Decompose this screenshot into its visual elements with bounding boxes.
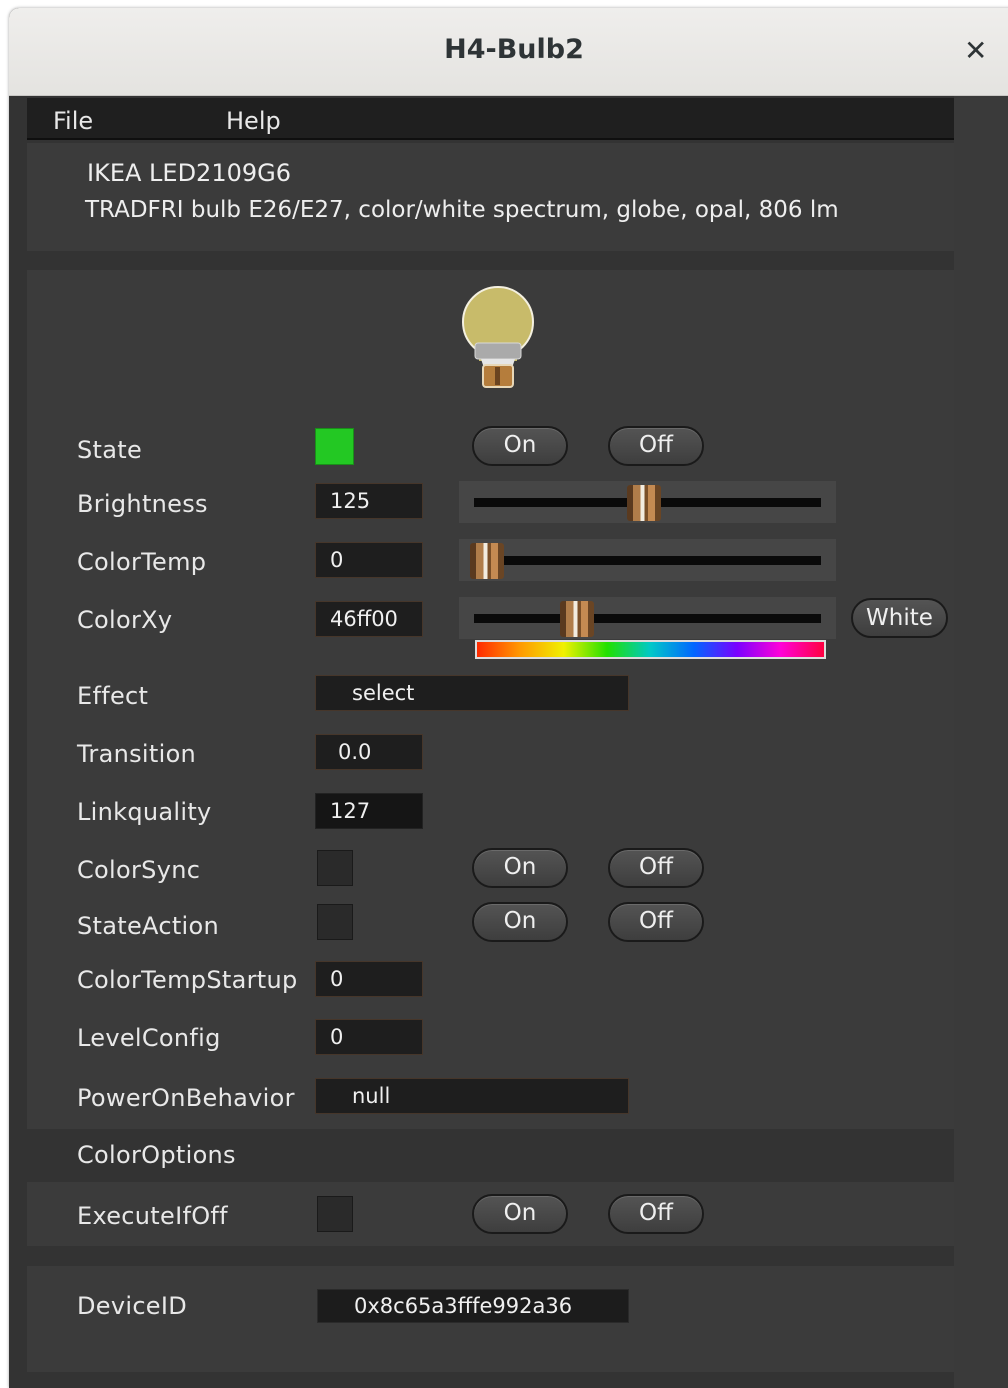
colortemp-slider-thumb[interactable] (470, 543, 504, 579)
colortempstartup-label: ColorTempStartup (77, 966, 298, 994)
colorxy-slider[interactable] (459, 597, 836, 639)
brightness-field[interactable]: 125 (315, 483, 423, 519)
colorsync-label: ColorSync (77, 856, 201, 884)
deviceid-panel: DeviceID 0x8c65a3fffe992a36 (27, 1266, 954, 1372)
device-model: IKEA LED2109G6 (87, 159, 291, 187)
poweronbehavior-select[interactable]: null (315, 1078, 629, 1114)
color-spectrum-bar[interactable] (475, 640, 826, 659)
stateaction-checkbox[interactable] (317, 904, 353, 940)
window-title: H4-Bulb2 (444, 34, 584, 65)
executeifoff-checkbox[interactable] (317, 1196, 353, 1232)
colorxy-label: ColorXy (77, 606, 173, 634)
state-label: State (77, 436, 143, 464)
transition-field[interactable]: 0.0 (315, 734, 423, 770)
executeifoff-label: ExecuteIfOff (77, 1202, 228, 1230)
white-button[interactable]: White (851, 598, 948, 638)
brightness-slider-thumb[interactable] (627, 485, 662, 521)
brightness-slider[interactable] (459, 481, 836, 523)
colorsync-on-button[interactable]: On (472, 848, 568, 888)
app-window: H4-Bulb2 ✕ File Help IKEA LED2109G6 TRAD… (9, 8, 1008, 1388)
colortemp-label: ColorTemp (77, 548, 207, 576)
close-icon[interactable]: ✕ (964, 34, 987, 67)
title-bar: H4-Bulb2 ✕ (9, 8, 1008, 96)
coloroptions-label: ColorOptions (77, 1141, 236, 1169)
linkquality-label: Linkquality (77, 798, 212, 826)
deviceid-label: DeviceID (77, 1292, 188, 1320)
levelconfig-field[interactable]: 0 (315, 1019, 423, 1055)
linkquality-value: 127 (315, 793, 423, 829)
menu-bar: File Help (27, 98, 954, 140)
app-content: File Help IKEA LED2109G6 TRADFRI bulb E2… (9, 96, 954, 1388)
state-indicator (315, 428, 354, 465)
lightbulb-icon (462, 286, 534, 388)
levelconfig-label: LevelConfig (77, 1024, 221, 1052)
stateaction-off-button[interactable]: Off (608, 902, 704, 942)
colorxy-field[interactable]: 46ff00 (315, 601, 423, 637)
poweronbehavior-label: PowerOnBehavior (77, 1084, 295, 1112)
executeifoff-off-button[interactable]: Off (608, 1194, 704, 1234)
state-off-button[interactable]: Off (608, 426, 704, 466)
device-description: TRADFRI bulb E26/E27, color/white spectr… (85, 197, 839, 223)
colortemp-field[interactable]: 0 (315, 542, 423, 578)
right-margin (954, 96, 1008, 1388)
colorxy-track (474, 614, 821, 623)
executeifoff-on-button[interactable]: On (472, 1194, 568, 1234)
menu-help[interactable]: Help (226, 107, 281, 135)
brightness-label: Brightness (77, 490, 208, 518)
coloroptions-header: ColorOptions (27, 1129, 954, 1181)
menu-file[interactable]: File (53, 107, 93, 135)
device-info-panel: IKEA LED2109G6 TRADFRI bulb E26/E27, col… (27, 143, 954, 251)
colortemp-slider[interactable] (459, 539, 836, 581)
controls-panel: State On Off Brightness 125 ColorTemp 0 … (27, 270, 954, 1129)
colorsync-off-button[interactable]: Off (608, 848, 704, 888)
stateaction-label: StateAction (77, 912, 219, 940)
effect-label: Effect (77, 682, 149, 710)
executeifoff-panel: ExecuteIfOff On Off (27, 1182, 954, 1246)
transition-label: Transition (77, 740, 197, 768)
colorxy-slider-thumb[interactable] (559, 601, 594, 637)
colortemp-track (474, 556, 821, 565)
stateaction-on-button[interactable]: On (472, 902, 568, 942)
deviceid-value: 0x8c65a3fffe992a36 (317, 1289, 629, 1323)
effect-select[interactable]: select (315, 675, 629, 711)
colortempstartup-field[interactable]: 0 (315, 961, 423, 997)
colorsync-checkbox[interactable] (317, 850, 353, 886)
state-on-button[interactable]: On (472, 426, 568, 466)
